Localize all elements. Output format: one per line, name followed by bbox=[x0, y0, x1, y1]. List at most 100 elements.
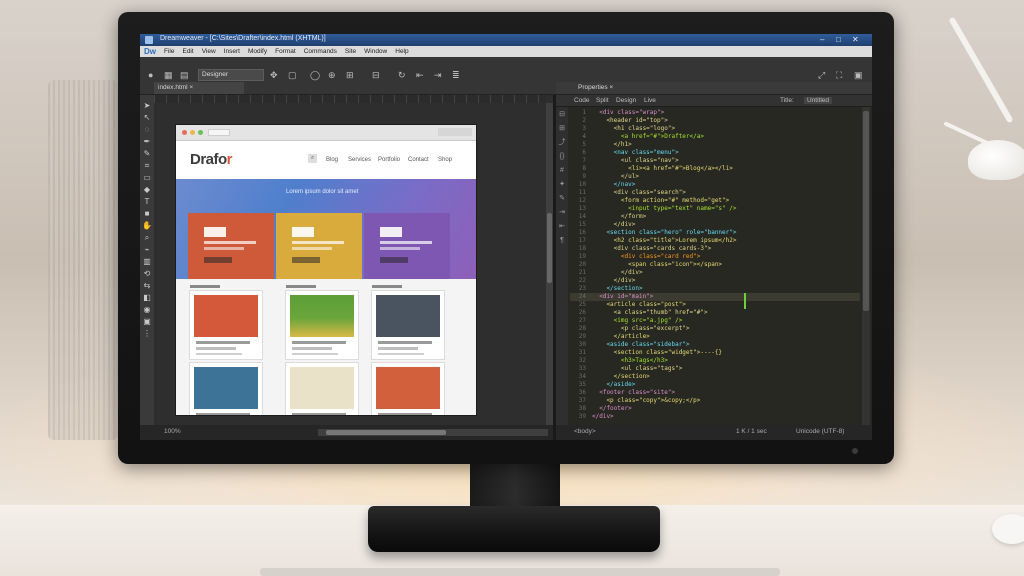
crop-tool-icon[interactable]: ⌗ bbox=[145, 161, 150, 170]
outdent-icon[interactable]: ⇤ bbox=[559, 223, 565, 231]
menu-site[interactable]: Site bbox=[345, 48, 356, 55]
code-line[interactable]: </section> bbox=[592, 285, 860, 293]
code-line[interactable]: </article> bbox=[592, 333, 860, 341]
power-led[interactable] bbox=[852, 448, 858, 454]
menu-commands[interactable]: Commands bbox=[304, 48, 337, 55]
title-input[interactable]: Untitled bbox=[804, 97, 833, 104]
menu-window[interactable]: Window bbox=[364, 48, 387, 55]
menu-file[interactable]: File bbox=[164, 48, 174, 55]
doc-tab[interactable]: index.html × bbox=[154, 82, 244, 94]
screen-mode-icon[interactable]: ▣ bbox=[143, 317, 151, 326]
maximize-button[interactable]: □ bbox=[836, 35, 841, 45]
zoom-tool-icon[interactable]: ⌕ bbox=[145, 233, 149, 242]
text-tool-icon[interactable]: T bbox=[145, 197, 150, 206]
code-editor[interactable]: <div class="wrap"> <header id="top"> <h1… bbox=[592, 109, 860, 425]
align-icon[interactable]: ⊞ bbox=[346, 70, 354, 80]
eyedropper-tool-icon[interactable]: ⌁ bbox=[145, 245, 150, 254]
code-line[interactable]: <section class="widget">----{} bbox=[592, 349, 860, 357]
artboard[interactable]: Drafor ⌕ Blog Services Portfolio Contact… bbox=[176, 125, 476, 415]
code-line[interactable]: <h1 class="logo"> bbox=[592, 125, 860, 133]
code-line[interactable]: <li><a href="#">Blog</a></li> bbox=[592, 165, 860, 173]
color-swatch-icon[interactable]: ◧ bbox=[143, 293, 151, 302]
move-icon[interactable]: ✥ bbox=[270, 70, 278, 80]
direct-select-tool-icon[interactable]: ↖ bbox=[144, 113, 151, 122]
panel-icon[interactable]: ▣ bbox=[854, 70, 863, 80]
menu-view[interactable]: View bbox=[202, 48, 216, 55]
align-left-icon[interactable]: ⇤ bbox=[416, 70, 424, 80]
code-line[interactable]: <div class="wrap"> bbox=[592, 109, 860, 117]
more-tools-icon[interactable]: ⋮ bbox=[143, 329, 151, 338]
code-line[interactable]: </aside> bbox=[592, 381, 860, 389]
refresh-icon[interactable]: ↻ bbox=[398, 70, 406, 80]
code-line[interactable]: <p class="copy">&copy;</p> bbox=[592, 397, 860, 405]
code-line[interactable]: </nav> bbox=[592, 181, 860, 189]
code-view-button[interactable]: Code bbox=[574, 97, 590, 104]
menu-edit[interactable]: Edit bbox=[182, 48, 193, 55]
swap-colors-icon[interactable]: ⇆ bbox=[144, 281, 151, 290]
tag-selector[interactable]: <body> bbox=[574, 428, 596, 435]
home-icon[interactable]: ● bbox=[148, 70, 153, 80]
layout-icon[interactable]: ▦ bbox=[164, 70, 173, 80]
code-line[interactable]: <a href="#">Drafter</a> bbox=[592, 133, 860, 141]
code-line[interactable]: <section class="hero" role="banner"> bbox=[592, 229, 860, 237]
fill-tool-icon[interactable]: ◆ bbox=[144, 185, 150, 194]
code-line[interactable]: </div> bbox=[592, 221, 860, 229]
properties-tab[interactable]: Properties × bbox=[578, 84, 613, 91]
code-line[interactable]: <div class="card red"> bbox=[592, 253, 860, 261]
brush-tool-icon[interactable]: ✎ bbox=[144, 149, 151, 158]
code-line[interactable]: <aside class="sidebar"> bbox=[592, 341, 860, 349]
balance-braces-icon[interactable]: {} bbox=[560, 153, 565, 161]
code-line[interactable]: </div> bbox=[592, 277, 860, 285]
code-line[interactable]: <header id="top"> bbox=[592, 117, 860, 125]
code-line[interactable]: <nav class="menu"> bbox=[592, 149, 860, 157]
code-line[interactable]: </div> bbox=[592, 413, 860, 421]
scroll-thumb[interactable] bbox=[547, 213, 552, 283]
mask-tool-icon[interactable]: ◉ bbox=[144, 305, 151, 314]
code-line[interactable]: <div class="search"> bbox=[592, 189, 860, 197]
grid-icon[interactable]: ▤ bbox=[180, 70, 189, 80]
code-line[interactable]: <p class="excerpt"> bbox=[592, 325, 860, 333]
code-line[interactable]: </div> bbox=[592, 269, 860, 277]
code-line[interactable]: <a class="thumb" href="#"> bbox=[592, 309, 860, 317]
lasso-tool-icon[interactable]: ◌ bbox=[145, 125, 150, 134]
code-line[interactable]: </form> bbox=[592, 213, 860, 221]
fullscreen-icon[interactable]: ⛶ bbox=[836, 70, 842, 80]
menu-insert[interactable]: Insert bbox=[224, 48, 240, 55]
code-line[interactable]: <div class="cards cards-3"> bbox=[592, 245, 860, 253]
hand-tool-icon[interactable]: ✋ bbox=[142, 221, 152, 230]
code-line[interactable]: <article class="post"> bbox=[592, 301, 860, 309]
code-line[interactable]: </h1> bbox=[592, 141, 860, 149]
code-vertical-scrollbar[interactable] bbox=[862, 107, 870, 425]
marquee-icon[interactable]: ▢ bbox=[288, 70, 297, 80]
scroll-thumb[interactable] bbox=[326, 430, 446, 435]
split-view-button[interactable]: Split bbox=[596, 97, 609, 104]
align-right-icon[interactable]: ⇥ bbox=[434, 70, 442, 80]
line-numbers-icon[interactable]: # bbox=[560, 167, 564, 175]
code-line[interactable]: <footer class="site"> bbox=[592, 389, 860, 397]
close-button[interactable]: ✕ bbox=[852, 35, 859, 45]
minimize-button[interactable]: – bbox=[820, 35, 824, 45]
eraser-tool-icon[interactable]: ▭ bbox=[143, 173, 151, 182]
rotate-tool-icon[interactable]: ⟲ bbox=[144, 269, 151, 278]
live-view-button[interactable]: Live bbox=[644, 97, 656, 104]
code-line[interactable]: <span class="icon"></span> bbox=[592, 261, 860, 269]
code-line[interactable]: <form action="#" method="get"> bbox=[592, 197, 860, 205]
menu-modify[interactable]: Modify bbox=[248, 48, 267, 55]
stack-icon[interactable]: ≣ bbox=[452, 70, 460, 80]
menu-help[interactable]: Help bbox=[395, 48, 408, 55]
code-line[interactable]: </section> bbox=[592, 373, 860, 381]
design-vertical-scrollbar[interactable] bbox=[546, 103, 553, 425]
code-line[interactable]: <input type="text" name="s" /> bbox=[592, 205, 860, 213]
design-view-button[interactable]: Design bbox=[616, 97, 636, 104]
code-line[interactable]: </ul> bbox=[592, 173, 860, 181]
code-line[interactable]: <div id="main"> bbox=[592, 293, 860, 301]
circle-icon[interactable]: ◯ bbox=[310, 70, 320, 80]
pen-tool-icon[interactable]: ✒ bbox=[144, 137, 151, 146]
select-tool-icon[interactable]: ➤ bbox=[144, 101, 151, 110]
highlight-icon[interactable]: ✦ bbox=[559, 181, 565, 189]
indent-icon[interactable]: ⇥ bbox=[559, 209, 565, 217]
collapse-icon[interactable]: ⊟ bbox=[559, 111, 565, 119]
comment-icon[interactable]: ✎ bbox=[559, 195, 565, 203]
code-line[interactable]: </footer> bbox=[592, 405, 860, 413]
design-horizontal-scrollbar[interactable] bbox=[318, 429, 548, 436]
